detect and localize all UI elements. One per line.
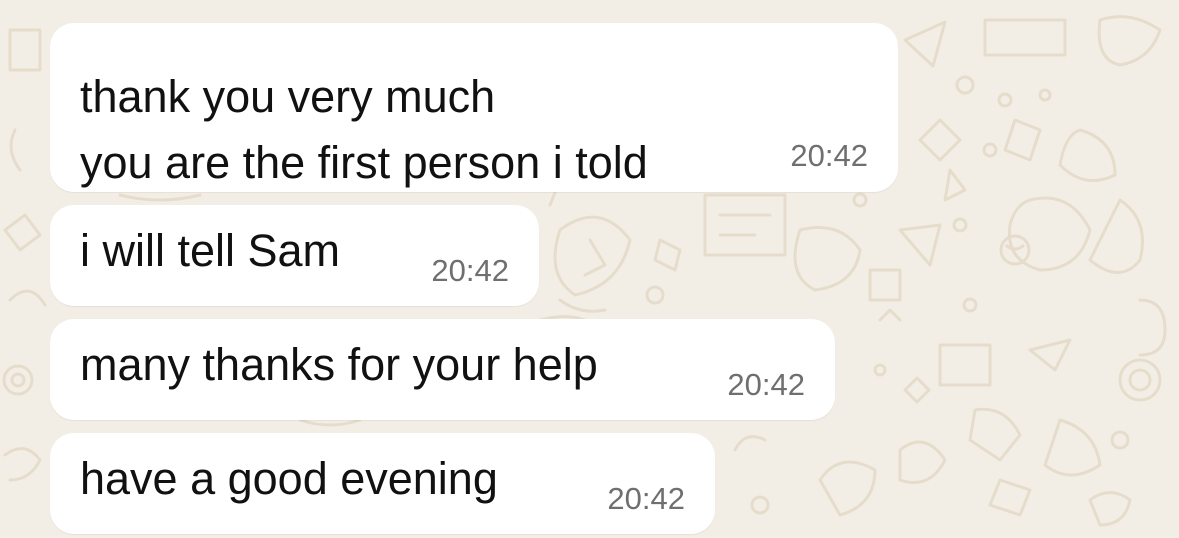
message-text: thank you very much you are the first pe…: [80, 71, 648, 188]
message-list: thank you very much you are the first pe…: [0, 0, 1179, 538]
message-bubble[interactable]: thank you very much you are the first pe…: [50, 23, 898, 192]
message-bubble[interactable]: i will tell Sam 20:42: [50, 205, 539, 306]
message-text: many thanks for your help: [80, 339, 598, 390]
message-text: have a good evening: [80, 453, 498, 504]
message-timestamp: 20:42: [607, 481, 685, 516]
message-timestamp: 20:42: [790, 138, 868, 173]
message-bubble[interactable]: many thanks for your help 20:42: [50, 319, 835, 420]
message-timestamp: 20:42: [727, 367, 805, 402]
message-bubble[interactable]: have a good evening 20:42: [50, 433, 715, 534]
message-timestamp: 20:42: [431, 253, 509, 288]
message-text: i will tell Sam: [80, 225, 341, 276]
